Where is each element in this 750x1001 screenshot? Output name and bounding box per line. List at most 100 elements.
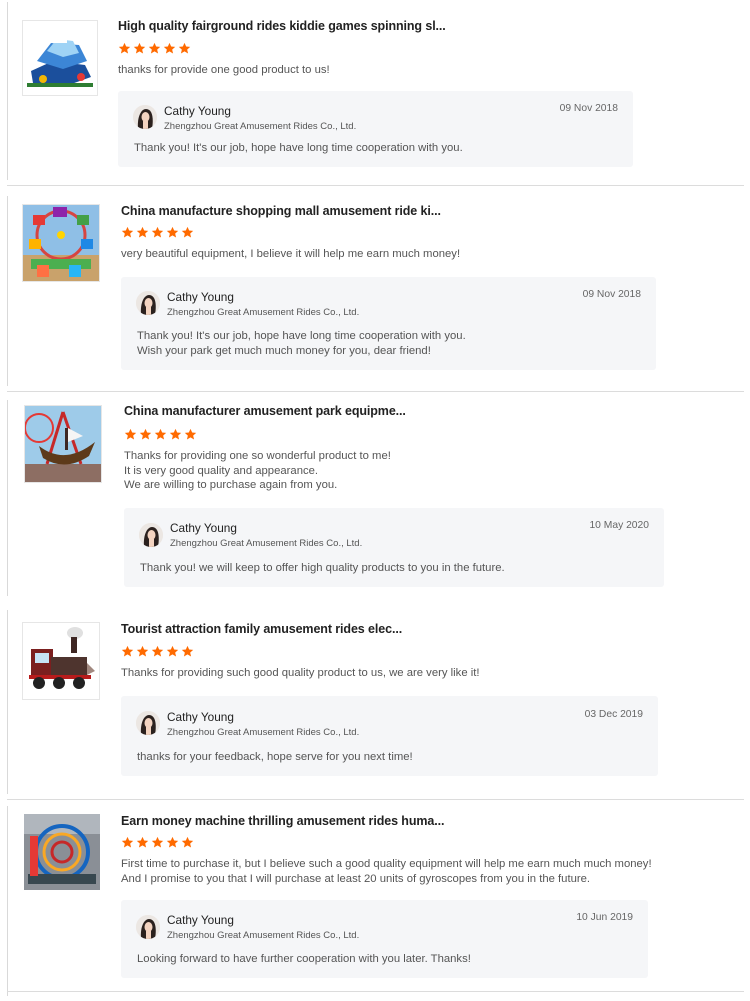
star-icon xyxy=(166,226,179,238)
review-comment: very beautiful equipment, I believe it w… xyxy=(121,247,460,262)
review-card: High quality fairground rides kiddie gam… xyxy=(0,0,750,186)
star-icon xyxy=(133,42,146,54)
review-card: China manufacture shopping mall amusemen… xyxy=(0,186,750,392)
seller-reply: Cathy Young Zhengzhou Great Amusement Ri… xyxy=(121,696,658,776)
comment-line: Thanks for providing one so wonderful pr… xyxy=(124,450,391,462)
comment-line: First time to purchase it, but I believe… xyxy=(121,858,652,870)
review-card: Earn money machine thrilling amusement r… xyxy=(0,800,750,996)
product-title[interactable]: China manufacture shopping mall amusemen… xyxy=(121,204,441,218)
avatar xyxy=(136,915,160,939)
comment-line: We are willing to purchase again from yo… xyxy=(124,479,338,492)
star-rating xyxy=(121,645,194,660)
comment-line: thanks for provide one good product to u… xyxy=(118,64,330,76)
star-icon xyxy=(151,836,164,848)
star-rating xyxy=(118,42,191,57)
avatar xyxy=(139,523,163,547)
review-card: China manufacturer amusement park equipm… xyxy=(0,392,750,602)
reply-line: Thank you! we will keep to offer high qu… xyxy=(140,562,505,574)
reply-text: thanks for your feedback, hope serve for… xyxy=(137,750,413,765)
star-icon xyxy=(124,428,137,440)
divider xyxy=(7,991,744,992)
star-icon xyxy=(121,645,134,657)
star-rating xyxy=(121,836,194,851)
star-icon xyxy=(139,428,152,440)
product-thumbnail[interactable] xyxy=(22,20,98,96)
star-icon xyxy=(148,42,161,54)
star-icon xyxy=(184,428,197,440)
comment-line: very beautiful equipment, I believe it w… xyxy=(121,248,461,260)
seller-reply: Cathy Young Zhengzhou Great Amusement Ri… xyxy=(121,900,648,978)
star-icon xyxy=(121,226,134,238)
pirate-ship-image xyxy=(25,406,101,482)
review-comment: First time to purchase it, but I believe… xyxy=(121,857,652,886)
avatar-image xyxy=(133,105,157,129)
star-rating xyxy=(124,428,197,443)
avatar xyxy=(136,291,160,315)
reply-author-name: Cathy Young xyxy=(167,290,234,304)
star-rating xyxy=(121,226,194,241)
reply-date: 03 Dec 2019 xyxy=(584,709,643,720)
star-icon xyxy=(181,836,194,848)
star-icon xyxy=(121,836,134,848)
star-icon xyxy=(166,645,179,657)
reply-company: Zhengzhou Great Amusement Rides Co., Ltd… xyxy=(167,930,360,941)
star-icon xyxy=(181,645,194,657)
star-icon xyxy=(178,42,191,54)
product-title[interactable]: High quality fairground rides kiddie gam… xyxy=(118,19,446,33)
review-comment: Thanks for providing one so wonderful pr… xyxy=(124,449,391,493)
review-comment: thanks for provide one good product to u… xyxy=(118,63,330,78)
reply-line: Looking forward to have further cooperat… xyxy=(137,953,471,965)
reply-author-name: Cathy Young xyxy=(167,710,234,724)
divider xyxy=(7,2,8,180)
gyroscope-ride-image xyxy=(24,814,100,890)
reply-author-name: Cathy Young xyxy=(164,104,231,118)
reply-date: 09 Nov 2018 xyxy=(559,103,618,114)
reply-company: Zhengzhou Great Amusement Rides Co., Ltd… xyxy=(167,727,360,738)
reply-text: Thank you! we will keep to offer high qu… xyxy=(140,561,505,576)
seller-reply: Cathy Young Zhengzhou Great Amusement Ri… xyxy=(124,508,664,587)
divider xyxy=(7,400,8,596)
comment-line: And I promise to you that I will purchas… xyxy=(121,872,591,885)
product-thumbnail[interactable] xyxy=(22,204,100,282)
avatar-image xyxy=(136,291,160,315)
reply-text: Thank you! It's our job, hope have long … xyxy=(137,329,466,358)
avatar-image xyxy=(136,915,160,939)
reply-company: Zhengzhou Great Amusement Rides Co., Ltd… xyxy=(170,538,363,549)
star-icon xyxy=(151,226,164,238)
product-title[interactable]: China manufacturer amusement park equipm… xyxy=(124,404,406,418)
reply-line: Wish your park get much much money for y… xyxy=(137,344,431,357)
product-title[interactable]: Tourist attraction family amusement ride… xyxy=(121,622,402,636)
reply-line: Thank you! It's our job, hope have long … xyxy=(134,142,463,154)
reply-text: Thank you! It's our job, hope have long … xyxy=(134,141,463,156)
avatar xyxy=(133,105,157,129)
avatar xyxy=(136,711,160,735)
star-icon xyxy=(163,42,176,54)
reply-date: 10 May 2020 xyxy=(589,520,649,531)
avatar-image xyxy=(139,523,163,547)
reply-date: 10 Jun 2019 xyxy=(576,912,633,923)
avatar-image xyxy=(136,711,160,735)
divider xyxy=(7,610,8,794)
reply-date: 09 Nov 2018 xyxy=(582,289,641,300)
kiddie-ride-image xyxy=(23,21,97,95)
product-thumbnail[interactable] xyxy=(24,405,102,483)
product-thumbnail[interactable] xyxy=(22,622,100,700)
review-comment: Thanks for providing such good quality p… xyxy=(121,666,480,681)
comment-line: Thanks for providing such good quality p… xyxy=(121,667,480,679)
review-card: Tourist attraction family amusement ride… xyxy=(0,602,750,800)
reply-line: Thank you! It's our job, hope have long … xyxy=(137,330,466,342)
product-thumbnail[interactable] xyxy=(24,814,100,890)
star-icon xyxy=(154,428,167,440)
product-title[interactable]: Earn money machine thrilling amusement r… xyxy=(121,814,444,828)
seller-reply: Cathy Young Zhengzhou Great Amusement Ri… xyxy=(121,277,656,370)
star-icon xyxy=(151,645,164,657)
seller-reply: Cathy Young Zhengzhou Great Amusement Ri… xyxy=(118,91,633,167)
divider xyxy=(7,806,8,996)
reply-line: thanks for your feedback, hope serve for… xyxy=(137,751,413,763)
star-icon xyxy=(136,645,149,657)
reply-company: Zhengzhou Great Amusement Rides Co., Ltd… xyxy=(164,121,357,132)
star-icon xyxy=(166,836,179,848)
star-icon xyxy=(181,226,194,238)
star-icon xyxy=(136,836,149,848)
ferris-wheel-image xyxy=(23,205,99,281)
